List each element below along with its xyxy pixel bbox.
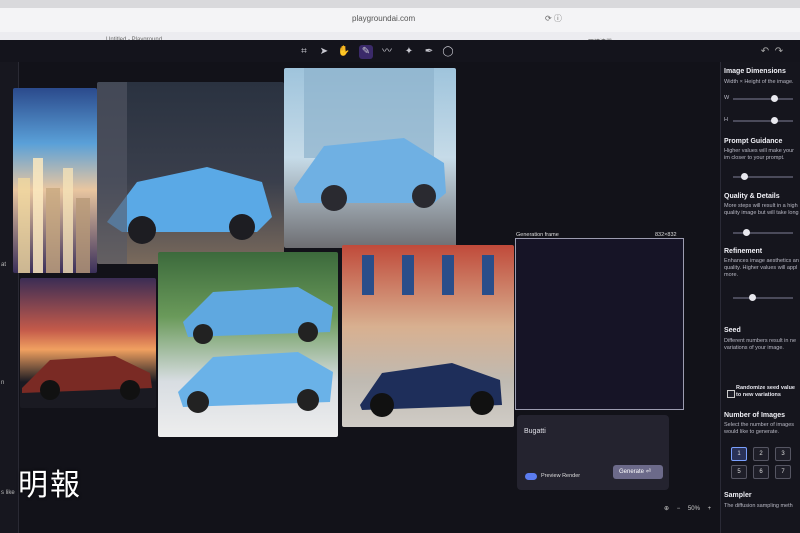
num-images-5[interactable]: 5 [731,465,747,479]
randomize-seed-label: Randomize seed value to new variations [736,385,795,398]
paint-tool-icon[interactable]: ✦ [402,45,416,59]
canvas-image-mercedes[interactable] [284,68,456,248]
width-slider[interactable] [733,95,793,102]
refinement-knob[interactable] [749,294,756,301]
enter-key-icon: ⏎ [645,469,651,475]
image-dimensions-desc: Width × Height of the image. [724,79,794,85]
height-slider-knob[interactable] [771,117,778,124]
brush-tool-icon[interactable]: 〰 [380,45,394,59]
zoom-out-button[interactable]: − [677,506,681,512]
sunset-car-graphic [22,356,152,400]
prompt-guidance-slider[interactable] [733,173,793,180]
num-images-3[interactable]: 3 [775,447,791,461]
quality-knob[interactable] [743,229,750,236]
prompt-guidance-desc: Higher values will make your im closer t… [724,148,794,161]
generation-frame[interactable] [515,238,684,410]
canvas-image-sunset-car[interactable] [20,278,156,408]
app-toolbar: ⌗ ➤ ✋ ✎ 〰 ✦ ✒ ◯ Y ↶ ↷ [0,40,800,90]
sampler-title: Sampler [724,492,752,499]
height-label: H [724,117,728,123]
num-images-6[interactable]: 6 [753,465,769,479]
zoom-level: 50% [687,506,700,512]
undo-icon[interactable]: ↶ [758,45,772,59]
generate-button-label: Generate [619,469,645,475]
left-panel-fragment-1: at [1,262,7,268]
url-text[interactable]: playgroundai.com [352,14,415,23]
number-of-images-title: Number of Images [724,412,786,419]
comment-tool-icon[interactable]: ◯ [441,45,455,59]
city-skyline-graphic [18,158,90,273]
sampler-desc: The diffusion sampling meth [724,503,793,509]
seed-title: Seed [724,327,741,334]
zoom-controls: ⊕ − 50% + [664,505,720,519]
newspaper-watermark: 明報 [18,468,82,503]
num-images-7[interactable]: 7 [775,465,791,479]
num-images-2[interactable]: 2 [753,447,769,461]
canvas-image-two-cars[interactable] [158,252,338,437]
num-images-1[interactable]: 1 [731,447,747,461]
height-slider[interactable] [733,117,793,124]
canvas-image-supercar-night[interactable] [97,82,284,264]
width-slider-knob[interactable] [771,95,778,102]
pen-tool-icon[interactable]: ✒ [422,45,436,59]
frame-tool-icon[interactable]: ⌗ [297,45,311,59]
image-dimensions-title: Image Dimensions [724,68,786,75]
number-of-images-desc: Select the number of images would like t… [724,422,795,435]
settings-panel: Image Dimensions Width × Height of the i… [720,62,800,533]
two-cars-graphic [178,287,333,413]
quality-title: Quality & Details [724,193,780,200]
left-panel-fragment-2: n [1,380,5,386]
preview-render-label: Preview Render [541,473,581,479]
browser-address-bar[interactable]: playgroundai.com ⟳ ⓘ [0,8,800,33]
prompt-guidance-title: Prompt Guidance [724,138,783,145]
prompt-box: Bugatti Preview Render Generate ⏎ [517,415,669,490]
select-tool-icon[interactable]: ➤ [317,45,331,59]
quality-slider[interactable] [733,229,793,236]
randomize-seed-checkbox[interactable] [727,390,735,398]
canvas-image-bugatti[interactable] [342,245,514,427]
preview-render-toggle[interactable] [525,473,537,480]
refinement-slider[interactable] [733,294,793,301]
prompt-input[interactable]: Bugatti [524,428,546,435]
recenter-icon[interactable]: ⊕ [664,506,669,512]
quality-desc: More steps will result in a high quality… [724,203,799,216]
edit-tool-icon[interactable]: ✎ [359,45,373,59]
redo-icon[interactable]: ↷ [772,45,786,59]
bugatti-graphic [360,255,502,417]
width-label: W [724,95,730,101]
prompt-guidance-knob[interactable] [741,173,748,180]
zoom-in-button[interactable]: + [708,506,712,512]
supercar-graphic [97,82,272,264]
seed-desc: Different numbers result in ne variation… [724,338,797,351]
left-panel-fragment-3: s like [1,490,15,496]
refinement-title: Refinement [724,248,763,255]
reload-icon[interactable]: ⟳ ⓘ [545,13,562,24]
hand-tool-icon[interactable]: ✋ [337,45,351,59]
mercedes-graphic [294,68,446,211]
canvas-image-city[interactable] [13,88,97,273]
generate-button[interactable]: Generate ⏎ [613,465,663,479]
refinement-desc: Enhances image aesthetics an quality. Hi… [724,258,799,278]
